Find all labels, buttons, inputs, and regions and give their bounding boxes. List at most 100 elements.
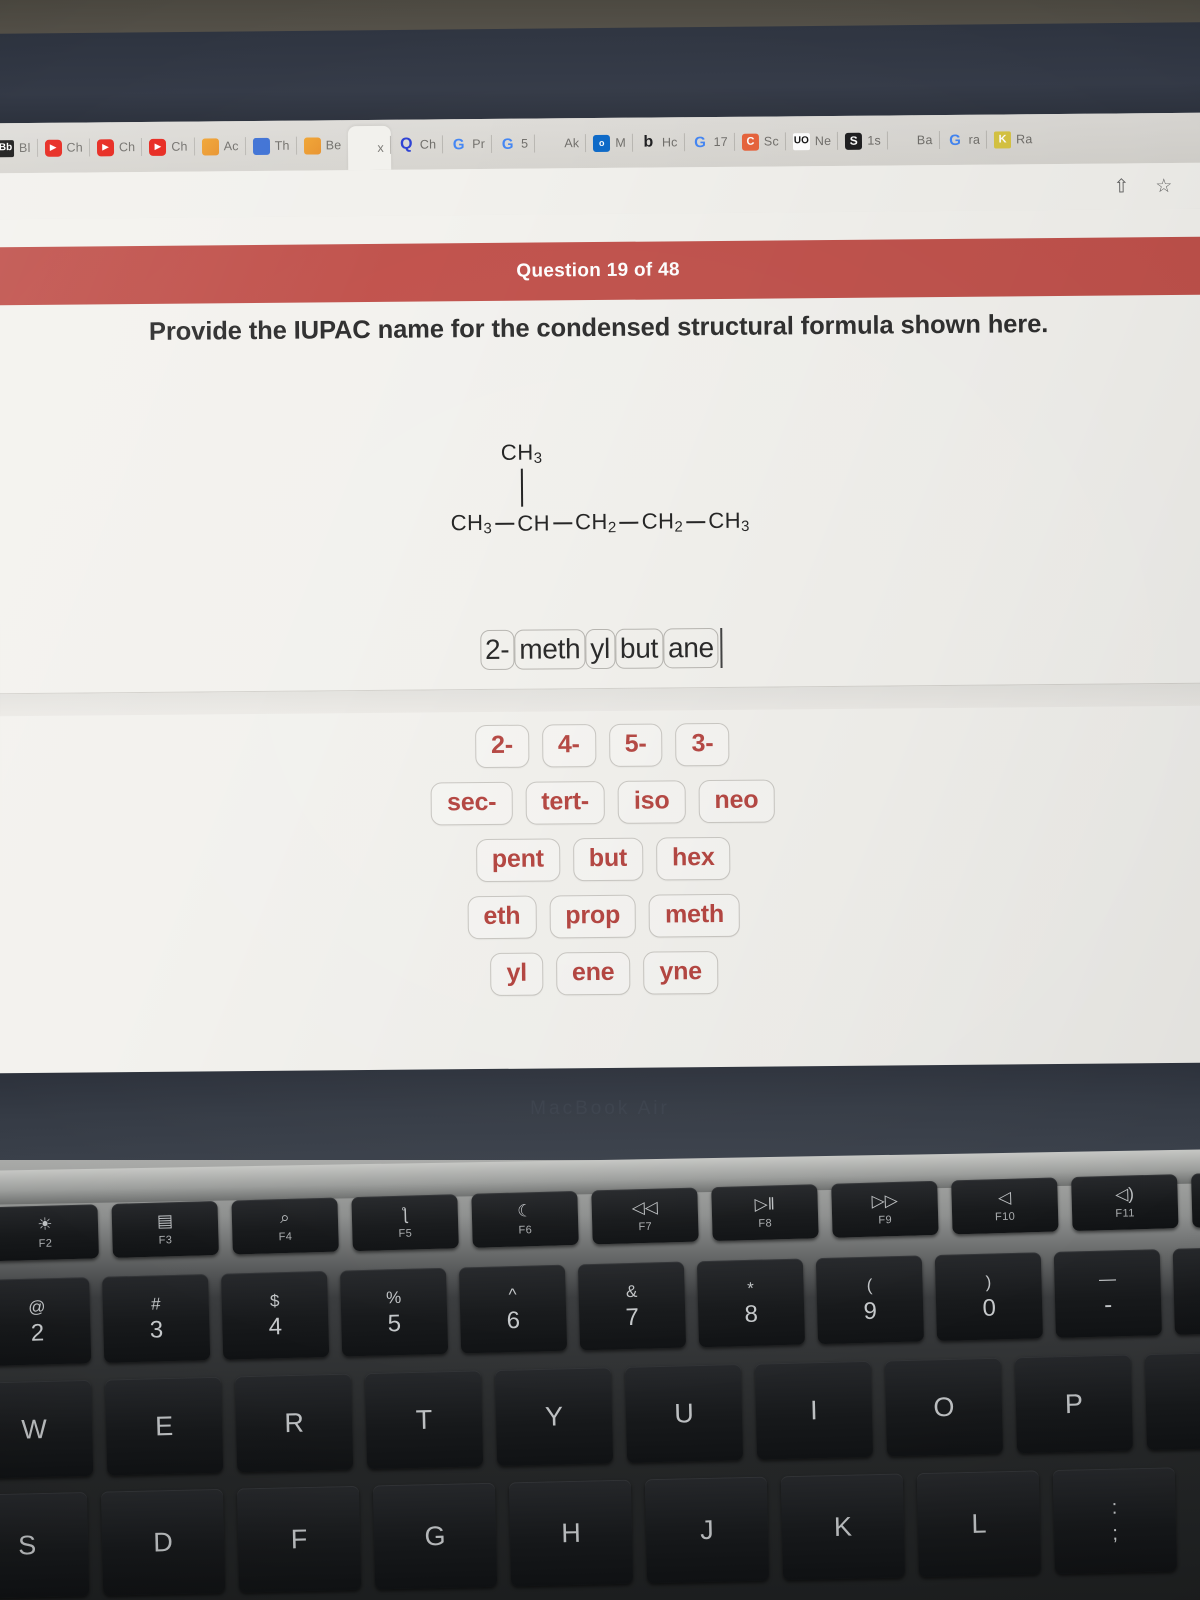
browser-tab-18[interactable]: Ba — [888, 121, 940, 159]
token-chip-2[interactable]: 2- — [474, 724, 530, 769]
key-o[interactable]: O — [884, 1357, 1004, 1457]
answer-field-wrap[interactable]: 2- meth yl but ane — [0, 624, 1200, 675]
brightness-up-key[interactable]: ☀ F2 — [0, 1204, 99, 1262]
key-u[interactable]: U — [624, 1364, 744, 1463]
answer-token-2[interactable]: yl — [585, 628, 616, 670]
chain-group: CH2 — [641, 508, 684, 536]
key-y[interactable]: Y — [494, 1367, 614, 1466]
browser-tab-4[interactable]: Ac — [195, 127, 246, 165]
browser-tab-14[interactable]: G 17 — [684, 123, 735, 161]
browser-tab-12[interactable]: oM — [586, 124, 633, 162]
token-bank[interactable]: 2- 4- 5- 3- sec-tert-iso neo pent but hex eth prop… — [0, 719, 1200, 1001]
star-icon[interactable]: ☆ — [1155, 174, 1172, 197]
key-s[interactable]: S — [0, 1491, 90, 1599]
key-k[interactable]: K — [780, 1473, 906, 1581]
token-chip-but[interactable]: but — [572, 837, 644, 882]
browser-tab-2[interactable]: Ch — [90, 128, 143, 166]
browser-tab-1[interactable]: Ch — [37, 128, 90, 166]
browser-tab-7[interactable]: x — [348, 125, 392, 171]
token-chip-5[interactable]: 5- — [608, 723, 663, 767]
token-chip-eth[interactable]: eth — [467, 895, 537, 940]
achieve-favicon — [355, 139, 372, 156]
key-r[interactable]: R — [234, 1373, 354, 1473]
browser-tab-3[interactable]: Ch — [142, 128, 195, 166]
token-chip-sec[interactable]: sec- — [430, 781, 513, 826]
token-chip-neo[interactable]: neo — [698, 779, 775, 824]
answer-token-1[interactable]: meth — [514, 629, 586, 671]
key-label: W — [21, 1413, 48, 1445]
volume-down-key[interactable]: ◁) F11 — [1071, 1174, 1179, 1232]
key-6[interactable]: ^ 6 — [458, 1264, 568, 1354]
token-chip-pent[interactable]: pent — [475, 838, 561, 883]
key-glyph: ƪ — [401, 1204, 409, 1224]
browser-tab-15[interactable]: C Sc — [735, 122, 786, 160]
key--[interactable]: — - — [1053, 1249, 1162, 1338]
key-p[interactable]: P — [1014, 1354, 1134, 1454]
methyl-branch: CH3 — [501, 440, 543, 508]
browser-tab-11[interactable]: Ak — [535, 124, 586, 162]
share-icon[interactable]: ⇧ — [1113, 175, 1129, 198]
token-chip-prop[interactable]: prop — [549, 894, 637, 939]
fast-forward-key[interactable]: ▷▷ F9 — [831, 1180, 939, 1238]
spotlight-search-key[interactable]: ⌕ F4 — [231, 1197, 339, 1255]
key-0[interactable]: ) 0 — [934, 1252, 1043, 1342]
answer-token-0[interactable]: 2- — [479, 629, 515, 671]
token-chip-3[interactable]: 3- — [675, 722, 730, 767]
browser-tab-0[interactable]: Bb Bl — [0, 129, 38, 167]
keyboard[interactable]: ☀F2▤F3⌕F4ƪF5☾F6◁◁F7▷‖F8▷▷F9◁F10◁)F11 ◁)))… — [0, 1170, 1200, 1600]
token-chip-tert[interactable]: tert- — [525, 780, 606, 825]
key-8[interactable]: * 8 — [696, 1258, 806, 1348]
browser-tab-16[interactable]: UO Ne — [786, 122, 839, 160]
token-chip-yl[interactable]: yl — [490, 952, 544, 996]
key-w[interactable]: W — [0, 1379, 94, 1479]
key-g[interactable]: G — [372, 1482, 498, 1590]
function-key-row[interactable]: ☀ F2 ▤ F3 ⌕ F4 ƪ F5 ☾ F6 ◁◁ F7 ▷‖ F8 ▷▷ F9 ◁ F10 ◁) F11 ◁))) — [0, 1170, 1200, 1262]
play-pause-key[interactable]: ▷‖ F8 — [711, 1184, 819, 1242]
browser-tab-8[interactable]: Q Ch — [391, 125, 444, 163]
key-f[interactable]: F — [236, 1485, 362, 1593]
token-chip-iso[interactable]: iso — [617, 780, 686, 824]
token-chip-hex[interactable]: hex — [655, 836, 731, 881]
dictation-mic-key[interactable]: ƪ F5 — [351, 1194, 459, 1252]
key-h[interactable]: H — [508, 1479, 634, 1587]
qwerty-key-row[interactable]: W E R T Y U I O P {[ — [0, 1351, 1200, 1479]
key-7[interactable]: & 7 — [577, 1261, 687, 1351]
key-bracket-left[interactable]: {[ — [1144, 1351, 1200, 1451]
home-key-row[interactable]: S D F G H J K L:; — [0, 1467, 1178, 1599]
browser-tab-9[interactable]: G Pr — [443, 125, 492, 163]
key-j[interactable]: J — [644, 1476, 770, 1584]
mute-key[interactable]: ◁ F10 — [951, 1177, 1059, 1235]
token-chip-ene[interactable]: ene — [555, 951, 631, 996]
key-9[interactable]: (9 — [815, 1255, 925, 1345]
browser-tab-10[interactable]: G5 — [492, 125, 535, 163]
browser-tab-6[interactable]: Be — [297, 126, 349, 164]
key-3[interactable]: #3 — [102, 1274, 211, 1363]
key-l[interactable]: L — [916, 1470, 1042, 1578]
key-5[interactable]: % 5 — [339, 1267, 449, 1357]
do-not-disturb-key[interactable]: ☾ F6 — [471, 1190, 579, 1248]
key-semicolon[interactable]: :; — [1052, 1467, 1178, 1575]
purple-favicon — [895, 132, 912, 149]
key-i[interactable]: I — [754, 1360, 874, 1460]
answer-token-3[interactable]: but — [614, 628, 664, 670]
key-e[interactable]: E — [104, 1376, 224, 1476]
token-chip-yne[interactable]: yne — [643, 950, 719, 995]
token-chip-meth[interactable]: meth — [648, 893, 741, 938]
answer-input[interactable]: 2- meth yl but ane — [479, 627, 723, 671]
mission-control-key[interactable]: ▤ F3 — [111, 1200, 219, 1258]
key-t[interactable]: T — [364, 1370, 484, 1470]
key-4[interactable]: $4 — [221, 1270, 330, 1360]
volume-up-key[interactable]: ◁))) — [1191, 1170, 1200, 1228]
rewind-key[interactable]: ◁◁ F7 — [591, 1187, 699, 1245]
browser-tab-20[interactable]: K Ra — [987, 120, 1040, 158]
key-d[interactable]: D — [100, 1488, 226, 1596]
key-2[interactable]: @2 — [0, 1277, 92, 1366]
browser-tab-5[interactable]: Th — [246, 127, 297, 165]
browser-tab-19[interactable]: Gra — [939, 121, 987, 159]
answer-token-4[interactable]: ane — [662, 627, 719, 669]
number-key-row[interactable]: @2#3$4%5^6&7*8(9)0—-+= — [0, 1246, 1200, 1366]
browser-tab-17[interactable]: S 1s — [838, 121, 888, 159]
key-=[interactable]: += — [1172, 1246, 1200, 1335]
token-chip-4[interactable]: 4- — [541, 724, 596, 768]
browser-tab-13[interactable]: b Hc — [633, 123, 685, 161]
